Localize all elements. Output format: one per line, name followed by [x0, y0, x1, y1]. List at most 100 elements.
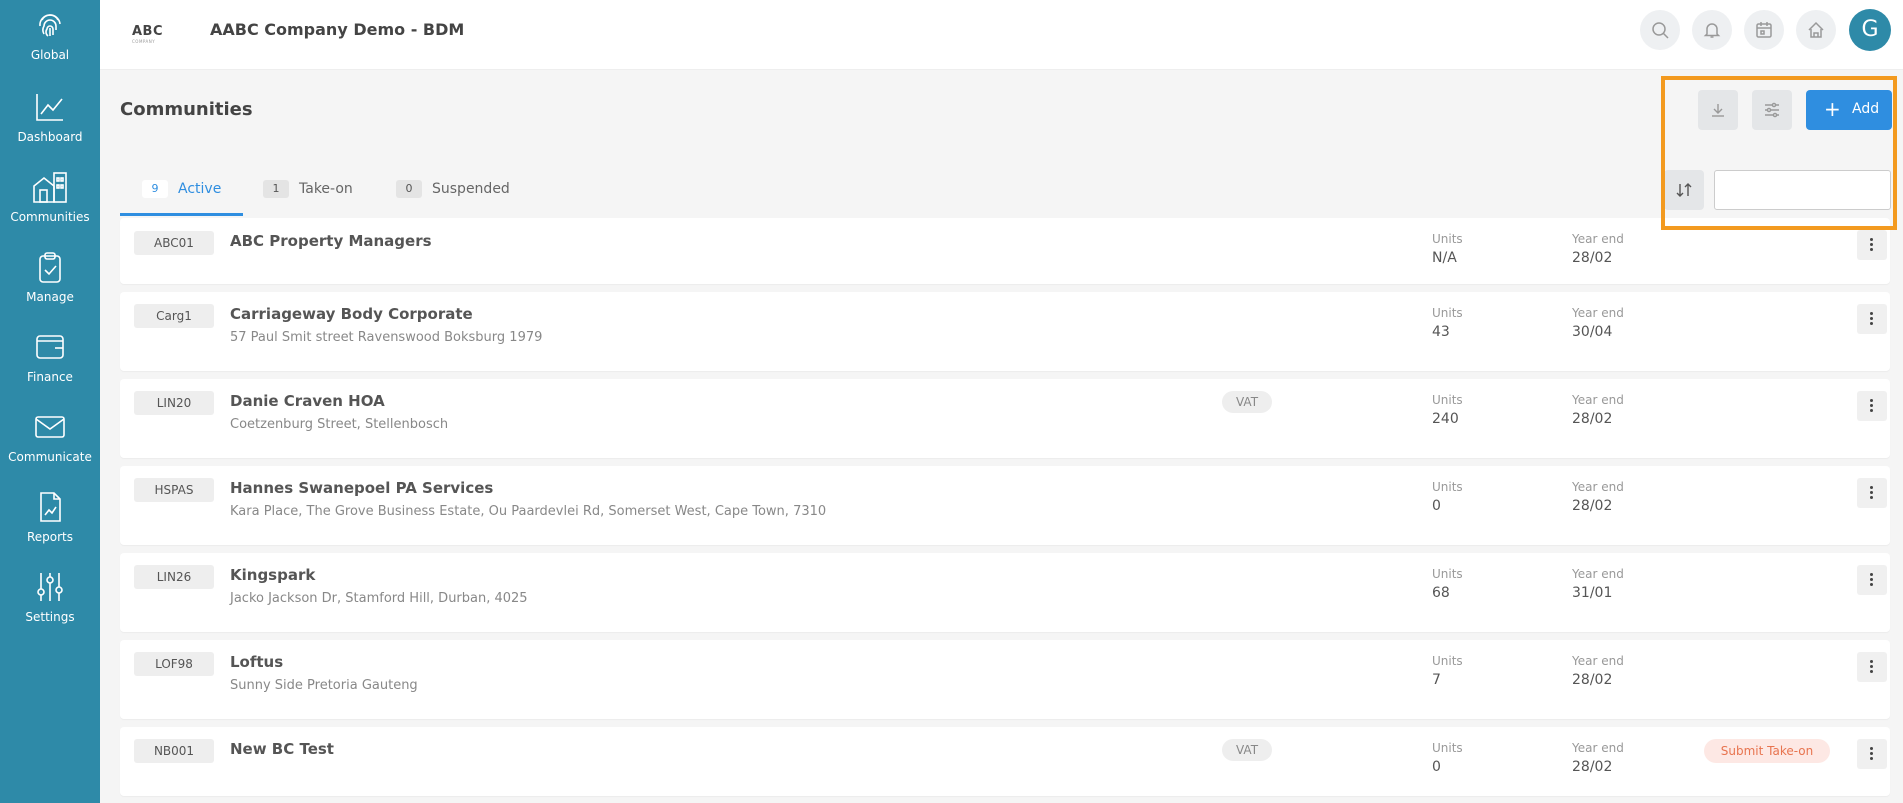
clipboard-check-icon	[39, 252, 61, 283]
row-menu-button[interactable]	[1857, 478, 1887, 508]
units-value: 0	[1432, 498, 1441, 514]
year-end-value: 28/02	[1572, 498, 1613, 514]
community-name[interactable]: ABC Property Managers	[230, 232, 432, 250]
vat-badge: VAT	[1222, 391, 1272, 413]
sidebar-item-label: Reports	[26, 530, 74, 544]
community-name[interactable]: New BC Test	[230, 740, 334, 758]
filter-sliders-icon	[1765, 102, 1779, 118]
row-menu-button[interactable]	[1857, 304, 1887, 334]
year-end-label: Year end	[1572, 567, 1624, 581]
tab-active[interactable]: 9 Active	[120, 180, 243, 216]
community-name[interactable]: Danie Craven HOA	[230, 392, 385, 410]
row-menu-button[interactable]	[1857, 739, 1887, 769]
notifications-button[interactable]	[1692, 10, 1732, 50]
year-end-value: 30/04	[1572, 324, 1613, 340]
user-avatar[interactable]: G	[1849, 9, 1891, 51]
company-logo[interactable]: ABC COMPANY	[132, 20, 168, 44]
community-address: Coetzenburg Street, Stellenbosch	[230, 417, 449, 432]
year-end-label: Year end	[1572, 480, 1624, 494]
bell-icon	[1703, 23, 1721, 38]
community-row[interactable]: NB001 New BC Test VAT Units 0 Year end 2…	[120, 727, 1890, 796]
tab-take-on[interactable]: 1 Take-on	[263, 180, 373, 216]
tab-label: Active	[178, 181, 222, 197]
units-label: Units	[1432, 567, 1463, 581]
calendar-icon	[1756, 22, 1772, 38]
home-button[interactable]	[1796, 10, 1836, 50]
row-menu-button[interactable]	[1857, 565, 1887, 595]
calendar-button[interactable]	[1744, 10, 1784, 50]
more-vertical-icon	[1870, 312, 1874, 326]
community-row[interactable]: ABC01 ABC Property Managers Units N/A Ye…	[120, 218, 1890, 284]
year-end-label: Year end	[1572, 741, 1624, 755]
buildings-icon	[33, 172, 67, 203]
sidebar-item-settings[interactable]: Settings	[0, 570, 100, 650]
community-row[interactable]: Carg1 Carriageway Body Corporate 57 Paul…	[120, 292, 1890, 371]
year-end-value: 31/01	[1572, 585, 1613, 601]
tab-suspended[interactable]: 0 Suspended	[396, 180, 526, 216]
community-address: Kara Place, The Grove Business Estate, O…	[230, 504, 827, 519]
sidebar-item-finance[interactable]: Finance	[0, 330, 100, 410]
community-address: Sunny Side Pretoria Gauteng	[230, 678, 418, 693]
units-label: Units	[1432, 654, 1463, 668]
sidebar-item-communities[interactable]: Communities	[0, 170, 100, 250]
status-tabs: 9 Active 1 Take-on 0 Suspended	[120, 150, 1890, 218]
logo-subtext: COMPANY	[132, 39, 156, 44]
units-label: Units	[1432, 232, 1463, 246]
envelope-icon	[35, 416, 65, 438]
search-icon	[1652, 22, 1669, 39]
row-menu-button[interactable]	[1857, 652, 1887, 682]
community-name[interactable]: Loftus	[230, 653, 283, 671]
add-button-label: Add	[1852, 101, 1880, 117]
sidebar-item-global[interactable]: Global	[0, 8, 100, 88]
units-value: 43	[1432, 324, 1450, 340]
tab-label: Take-on	[299, 181, 353, 197]
units-value: N/A	[1432, 250, 1457, 266]
chart-line-icon	[36, 94, 63, 121]
sidebar-item-label: Finance	[27, 370, 73, 384]
community-name[interactable]: Hannes Swanepoel PA Services	[230, 479, 493, 497]
more-vertical-icon	[1870, 660, 1874, 674]
community-code: ABC01	[134, 231, 214, 255]
year-end-value: 28/02	[1572, 759, 1613, 775]
year-end-value: 28/02	[1572, 250, 1613, 266]
sidebar-item-label: Communicate	[8, 450, 92, 464]
sidebar-item-communicate[interactable]: Communicate	[0, 410, 100, 490]
row-menu-button[interactable]	[1857, 391, 1887, 421]
units-label: Units	[1432, 393, 1463, 407]
more-vertical-icon	[1870, 573, 1874, 587]
community-row[interactable]: LIN20 Danie Craven HOA Coetzenburg Stree…	[120, 379, 1890, 458]
year-end-value: 28/02	[1572, 672, 1613, 688]
community-row[interactable]: HSPAS Hannes Swanepoel PA Services Kara …	[120, 466, 1890, 545]
wallet-icon	[36, 335, 64, 359]
community-code: LIN20	[134, 391, 214, 415]
sidebar-item-manage[interactable]: Manage	[0, 250, 100, 330]
search-input[interactable]	[1714, 170, 1891, 210]
search-button[interactable]	[1640, 10, 1680, 50]
sidebar-item-label: Communities	[10, 210, 90, 224]
download-icon	[1712, 104, 1724, 117]
filter-button[interactable]	[1752, 90, 1792, 130]
submit-take-on-badge[interactable]: Submit Take-on	[1704, 739, 1830, 763]
row-menu-button[interactable]	[1857, 230, 1887, 260]
sidebar-item-dashboard[interactable]: Dashboard	[0, 90, 100, 170]
vat-badge: VAT	[1222, 739, 1272, 761]
tab-count: 1	[263, 180, 289, 198]
units-label: Units	[1432, 306, 1463, 320]
more-vertical-icon	[1870, 747, 1874, 761]
tab-count: 0	[396, 180, 422, 198]
sidebar-item-reports[interactable]: Reports	[0, 490, 100, 570]
community-code: HSPAS	[134, 478, 214, 502]
add-community-button[interactable]: + Add	[1806, 90, 1892, 130]
download-button[interactable]	[1698, 90, 1738, 130]
units-value: 68	[1432, 585, 1450, 601]
community-name[interactable]: Carriageway Body Corporate	[230, 305, 473, 323]
sort-button[interactable]	[1664, 170, 1704, 210]
community-name[interactable]: Kingspark	[230, 566, 315, 584]
year-end-value: 28/02	[1572, 411, 1613, 427]
sliders-icon	[37, 573, 63, 601]
more-vertical-icon	[1870, 399, 1874, 413]
units-value: 240	[1432, 411, 1459, 427]
more-vertical-icon	[1870, 238, 1874, 252]
community-row[interactable]: LIN26 Kingspark Jacko Jackson Dr, Stamfo…	[120, 553, 1890, 632]
community-row[interactable]: LOF98 Loftus Sunny Side Pretoria Gauteng…	[120, 640, 1890, 719]
